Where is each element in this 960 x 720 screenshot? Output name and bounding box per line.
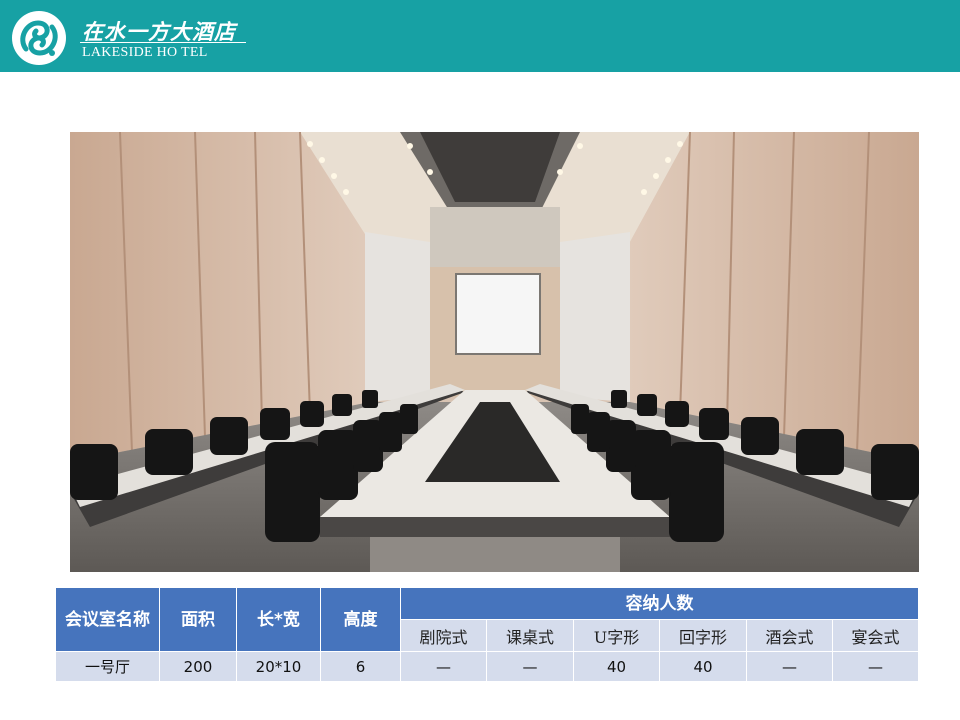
logo-divider <box>80 42 246 43</box>
hotel-logo-icon <box>12 11 66 65</box>
header-capacity: 容纳人数 <box>400 587 919 620</box>
header-dimensions: 长*宽 <box>236 587 321 652</box>
header-theater: 剧院式 <box>400 619 487 652</box>
logo-english-name: LAKESIDE HO TEL <box>82 45 208 60</box>
header-u-shape: U字形 <box>573 619 660 652</box>
header-room-name: 会议室名称 <box>55 587 160 652</box>
cell-height: 6 <box>320 651 401 682</box>
table-row: 一号厅 200 20*10 6 — — 40 40 — — <box>55 651 919 682</box>
header-hollow-square: 回字形 <box>659 619 747 652</box>
header-cocktail: 酒会式 <box>746 619 833 652</box>
cell-room-name: 一号厅 <box>55 651 160 682</box>
header-area: 面积 <box>159 587 237 652</box>
cell-u-shape: 40 <box>573 651 660 682</box>
meeting-room-table: 会议室名称 面积 长*宽 高度 容纳人数 剧院式 课桌式 U字形 回字形 酒会式… <box>55 587 919 682</box>
cell-area: 200 <box>159 651 237 682</box>
conference-room-photo <box>70 132 919 572</box>
header-height: 高度 <box>320 587 401 652</box>
cell-theater: — <box>400 651 487 682</box>
header-bar: 在水一方大酒店 LAKESIDE HO TEL <box>0 0 960 72</box>
header-banquet: 宴会式 <box>832 619 919 652</box>
cell-classroom: — <box>486 651 574 682</box>
header-classroom: 课桌式 <box>486 619 574 652</box>
cell-cocktail: — <box>746 651 833 682</box>
cell-hollow-square: 40 <box>659 651 747 682</box>
cell-banquet: — <box>832 651 919 682</box>
cell-dimensions: 20*10 <box>236 651 321 682</box>
